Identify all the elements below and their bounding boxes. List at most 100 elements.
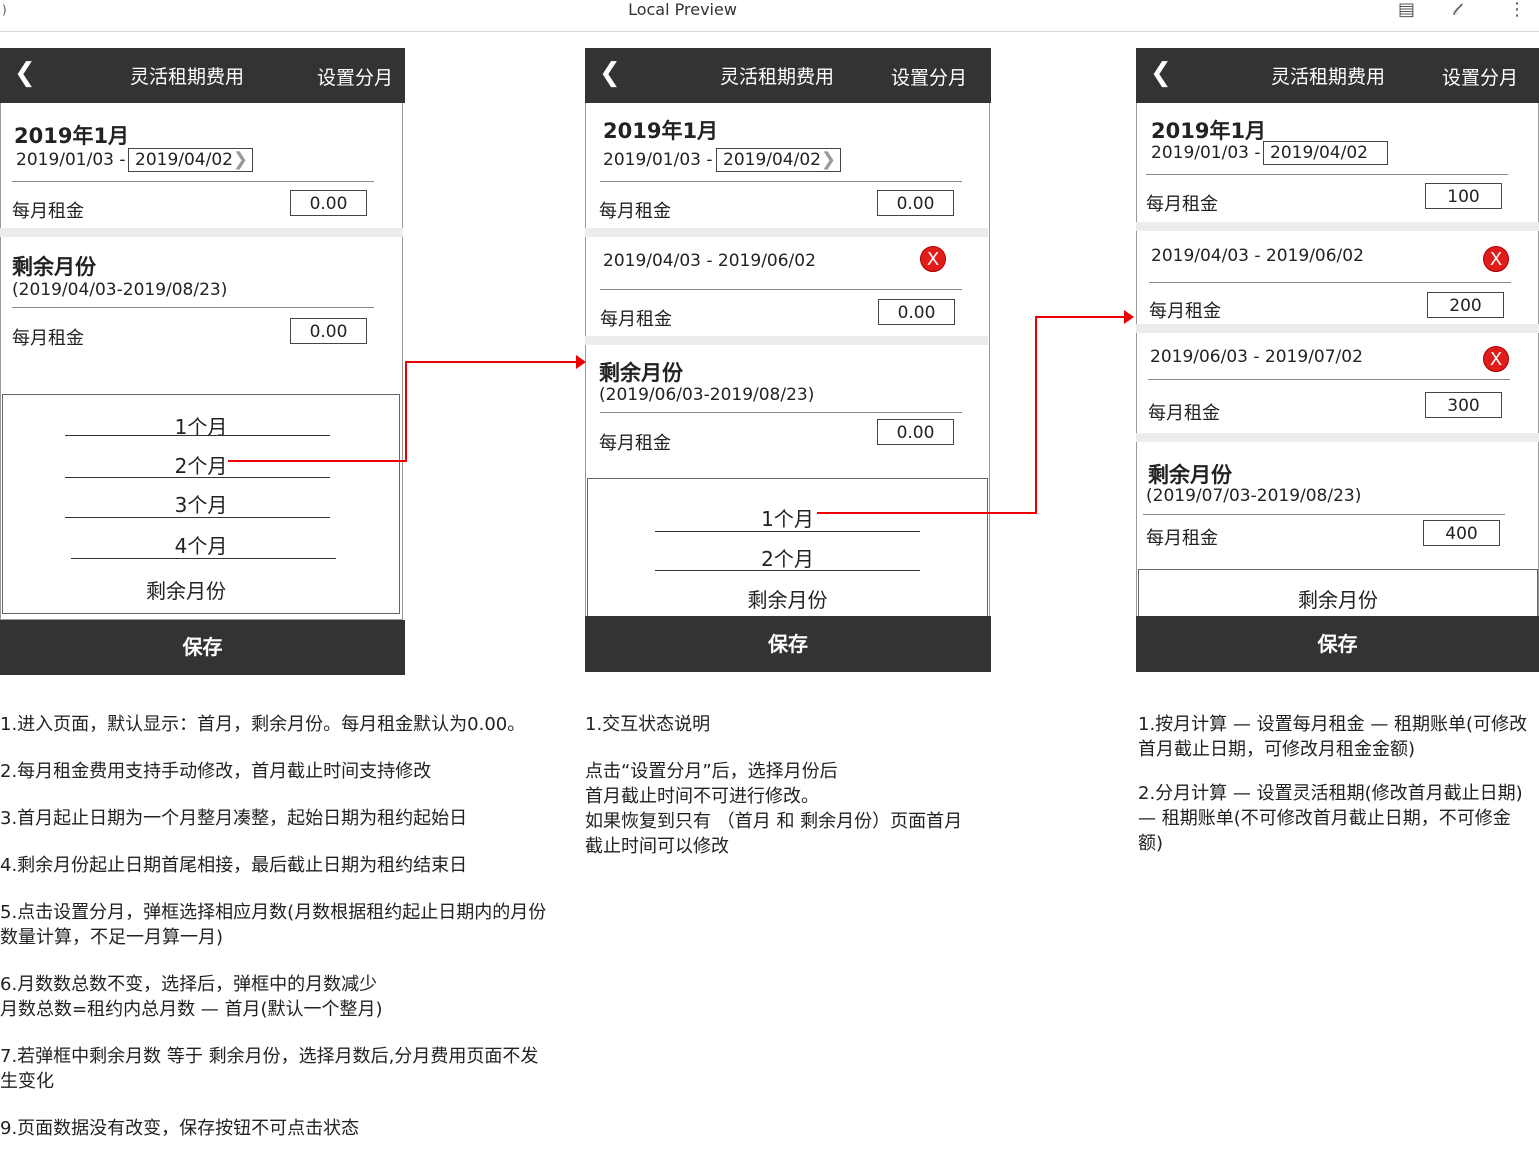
first-month-title: 2019年1月 <box>1151 119 1267 143</box>
rent-input[interactable]: 0.00 <box>877 419 954 445</box>
arrowhead-icon <box>576 355 586 369</box>
window-titlebar: ) Local Preview ▤ 𝓉 ⋮ <box>0 0 1539 32</box>
rent-input[interactable]: 100 <box>1425 183 1502 209</box>
remaining-range: (2019/06/03-2019/08/23) <box>599 385 815 405</box>
rent-label: 每月租金 <box>600 309 672 330</box>
formula-icon[interactable]: 𝓉 <box>1452 0 1458 20</box>
connector-line <box>228 460 405 462</box>
first-month-start: 2019/01/03 - <box>16 150 126 170</box>
first-month-end-date: 2019/04/02 <box>1263 141 1388 165</box>
rent-input[interactable]: 0.00 <box>878 299 955 325</box>
month-picker: 1个月 2个月 3个月 4个月 剩余月份 <box>2 394 400 614</box>
reader-icon[interactable]: ▤ <box>1398 0 1415 20</box>
picker-option[interactable]: 3个月 <box>3 489 399 518</box>
screen-1: ❮ 灵活租期费用 设置分月 2019年1月 2019/01/03 - 2019/… <box>0 48 405 675</box>
remaining-range: (2019/04/03-2019/08/23) <box>12 280 228 300</box>
rent-label: 每月租金 <box>1146 528 1218 549</box>
header-title: 灵活租期费用 <box>130 66 245 88</box>
rent-label: 每月租金 <box>12 201 84 222</box>
save-button[interactable]: 保存 <box>1136 616 1539 672</box>
note: 1.进入页面，默认显示：首月，剩余月份。每月租金默认为0.00。 <box>0 714 526 735</box>
chevron-right-icon: ❯ <box>232 149 248 170</box>
first-month-start: 2019/01/03 - <box>1151 143 1261 163</box>
note: 6.月数数总数不变，选择后，弹框中的月数减少 <box>0 974 378 995</box>
remaining-title: 剩余月份 <box>599 361 683 385</box>
remaining-title: 剩余月份 <box>12 255 96 279</box>
delete-icon[interactable]: X <box>1483 346 1509 372</box>
note: 额) <box>1138 833 1164 854</box>
rent-label: 每月租金 <box>1149 301 1221 322</box>
picker-option[interactable]: 2个月 <box>3 450 399 479</box>
rent-label: 每月租金 <box>1146 194 1218 215</box>
rent-label: 每月租金 <box>599 433 671 454</box>
connector-line <box>405 361 407 462</box>
window-title: Local Preview <box>628 0 737 19</box>
set-split-button[interactable]: 设置分月 <box>1442 67 1518 89</box>
first-month-end-date[interactable]: 2019/04/02 ❯ <box>716 148 841 172</box>
note: 2.分月计算 — 设置灵活租期(修改首月截止日期) <box>1138 783 1523 804</box>
connector-line <box>1035 316 1037 514</box>
arrowhead-icon <box>1124 310 1134 324</box>
first-month-end-date[interactable]: 2019/04/02 ❯ <box>128 148 253 172</box>
note: 如果恢复到只有 （首月 和 剩余月份）页面首月 <box>585 811 963 832</box>
note: 5.点击设置分月，弹框选择相应月数(月数根据租约起止日期内的月份 <box>0 902 547 923</box>
header-title: 灵活租期费用 <box>720 66 835 88</box>
picker-option[interactable]: 剩余月份 <box>1139 584 1537 613</box>
screen-header: ❮ 灵活租期费用 设置分月 <box>1136 48 1539 103</box>
note: 点击“设置分月”后，选择月份后 <box>585 761 838 782</box>
back-arrow-icon[interactable]: ❮ <box>1150 60 1172 86</box>
note: 首月截止日期，可修改月租金金额) <box>1138 739 1416 760</box>
month-picker: 剩余月份 <box>1138 569 1538 617</box>
header-title: 灵活租期费用 <box>1271 66 1386 88</box>
note: 生变化 <box>0 1071 54 1092</box>
connector-line <box>817 512 1037 514</box>
picker-option[interactable]: 剩余月份 <box>588 584 987 613</box>
screen-2: ❮ 灵活租期费用 设置分月 2019年1月 2019/01/03 - 2019/… <box>585 48 991 672</box>
picker-option[interactable]: 1个月 <box>588 503 987 532</box>
first-month-title: 2019年1月 <box>603 119 719 143</box>
delete-icon[interactable]: X <box>920 246 946 272</box>
screen-header: ❮ 灵活租期费用 设置分月 <box>585 48 991 103</box>
connector-line <box>405 361 577 363</box>
split-range: 2019/04/03 - 2019/06/02 <box>603 251 816 271</box>
rent-label: 每月租金 <box>1148 403 1220 424</box>
picker-option[interactable]: 2个月 <box>588 543 987 572</box>
rent-input[interactable]: 400 <box>1423 520 1500 546</box>
rent-input[interactable]: 0.00 <box>877 190 954 216</box>
month-picker: 1个月 2个月 剩余月份 <box>587 478 988 617</box>
split-range: 2019/04/03 - 2019/06/02 <box>1151 246 1364 266</box>
note: — 租期账单(不可修改首月截止日期，不可修金 <box>1138 808 1511 829</box>
first-month-start: 2019/01/03 - <box>603 150 713 170</box>
rent-input[interactable]: 200 <box>1427 292 1504 318</box>
back-arrow-icon[interactable]: ❮ <box>14 60 36 86</box>
more-icon[interactable]: ⋮ <box>1508 0 1526 20</box>
screen-3: ❮ 灵活租期费用 设置分月 2019年1月 2019/01/03 - 2019/… <box>1136 48 1539 672</box>
screen-header: ❮ 灵活租期费用 设置分月 <box>0 48 405 103</box>
note: 9.页面数据没有改变，保存按钮不可点击状态 <box>0 1118 360 1139</box>
note: 3.首月起止日期为一个月整月凑整，起始日期为租约起始日 <box>0 808 468 829</box>
note: 2.每月租金费用支持手动修改，首月截止时间支持修改 <box>0 761 432 782</box>
delete-icon[interactable]: X <box>1483 246 1509 272</box>
save-button[interactable]: 保存 <box>0 620 405 675</box>
rent-label: 每月租金 <box>12 328 84 349</box>
picker-option[interactable]: 剩余月份 <box>0 575 384 604</box>
note: 1.按月计算 — 设置每月租金 — 租期账单(可修改 <box>1138 714 1528 735</box>
rent-input[interactable]: 300 <box>1425 392 1502 418</box>
chevron-right-icon: ❯ <box>820 149 836 170</box>
split-range: 2019/06/03 - 2019/07/02 <box>1150 347 1363 367</box>
rent-input[interactable]: 0.00 <box>290 190 367 216</box>
back-arrow-icon[interactable]: ❮ <box>599 60 621 86</box>
save-button[interactable]: 保存 <box>585 616 991 672</box>
note: 截止时间可以修改 <box>585 836 729 857</box>
note: 1.交互状态说明 <box>585 714 711 735</box>
picker-option[interactable]: 4个月 <box>3 530 399 559</box>
first-month-title: 2019年1月 <box>14 124 130 148</box>
note: 7.若弹框中剩余月数 等于 剩余月份，选择月数后,分月费用页面不发 <box>0 1046 539 1067</box>
note: 月数总数=租约内总月数 — 首月(默认一个整月) <box>0 999 383 1020</box>
note: 数量计算，不足一月算一月) <box>0 927 224 948</box>
set-split-button[interactable]: 设置分月 <box>891 67 967 89</box>
note: 首月截止时间不可进行修改。 <box>585 786 819 807</box>
set-split-button[interactable]: 设置分月 <box>317 67 393 89</box>
rent-input[interactable]: 0.00 <box>290 318 367 344</box>
connector-line <box>1035 316 1125 318</box>
